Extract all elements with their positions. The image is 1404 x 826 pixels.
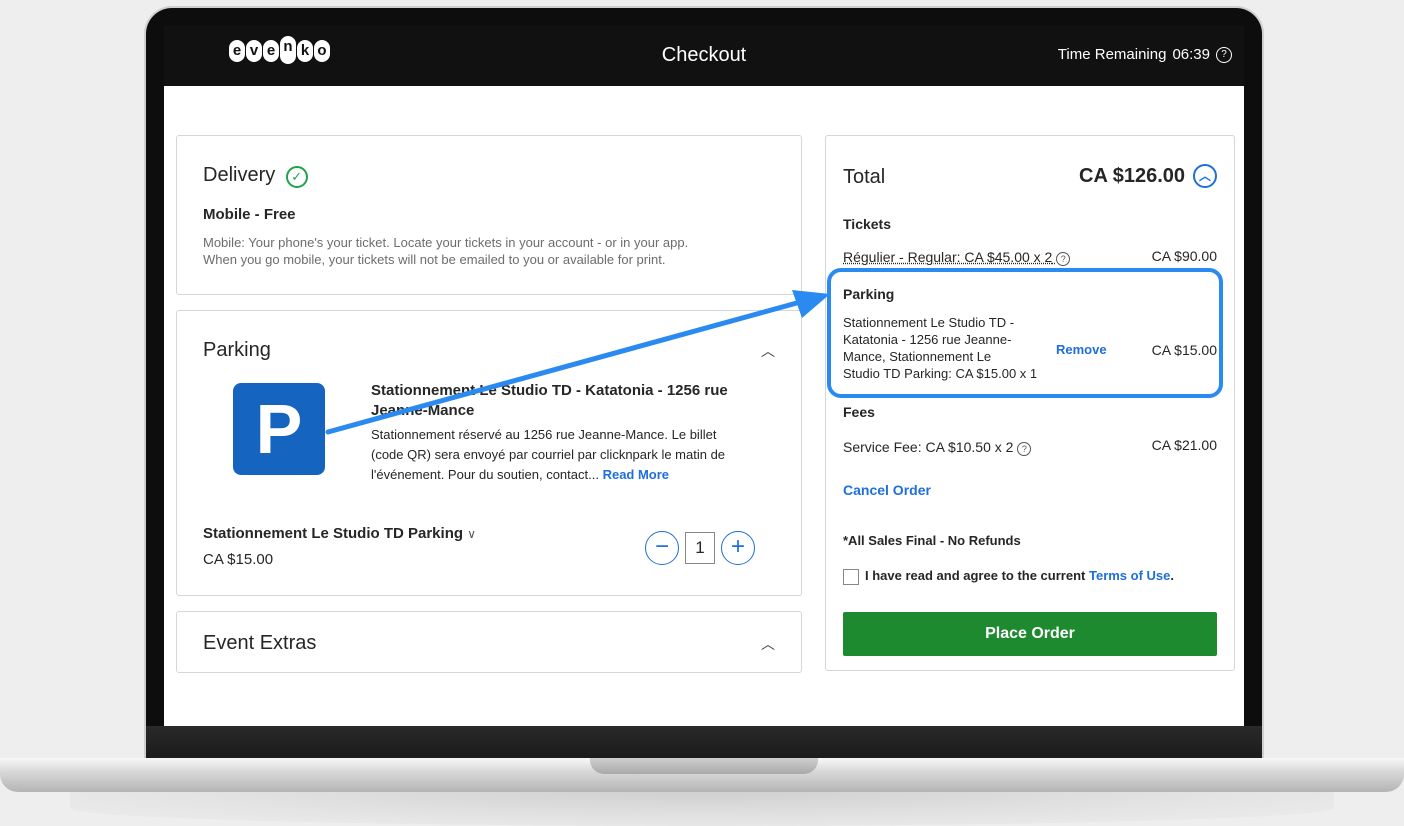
chevron-down-icon: ∨ bbox=[467, 527, 476, 541]
fee-line-text: Service Fee: CA $10.50 x 2 bbox=[843, 439, 1014, 455]
parking-item-name: Stationnement Le Studio TD Parking bbox=[203, 525, 464, 542]
decrease-button[interactable]: − bbox=[645, 531, 679, 565]
delivery-description-line: When you go mobile, your tickets will no… bbox=[203, 252, 666, 267]
total-value: CA $126.00 bbox=[1079, 164, 1185, 187]
read-more-link[interactable]: Read More bbox=[603, 467, 669, 482]
delivery-description-line: Mobile: Your phone's your ticket. Locate… bbox=[203, 235, 689, 250]
fees-label: Fees bbox=[843, 404, 875, 420]
delivery-title: Delivery bbox=[203, 164, 276, 186]
delivery-description: Mobile: Your phone's your ticket. Locate… bbox=[203, 234, 688, 268]
chevron-up-circle-icon: ︿ bbox=[1193, 164, 1217, 188]
cancel-order-link[interactable]: Cancel Order bbox=[843, 482, 931, 498]
sales-final-notice: *All Sales Final - No Refunds bbox=[843, 533, 1021, 548]
timer-value: 06:39 bbox=[1172, 46, 1210, 63]
ticket-line-text: Régulier - Regular: CA $45.00 x 2 bbox=[843, 249, 1053, 265]
parking-description-line: (code QR) sera envoyé par courriel par c… bbox=[371, 447, 726, 462]
tickets-label: Tickets bbox=[843, 216, 891, 232]
laptop-notch bbox=[590, 758, 818, 774]
ticket-line: Régulier - Regular: CA $45.00 x 2 ? bbox=[843, 249, 1071, 266]
total-label: Total bbox=[843, 166, 886, 188]
laptop-bezel bbox=[146, 726, 1262, 760]
parking-title: Parking bbox=[203, 339, 271, 361]
check-circle-icon: ✓ bbox=[285, 165, 308, 188]
parking-product-title: Stationnement Le Studio TD - Katatonia -… bbox=[371, 382, 728, 419]
help-icon[interactable]: ? bbox=[1056, 252, 1071, 266]
parking-description-line: l'événement. Pour du soutien, contact... bbox=[371, 467, 599, 482]
terms-agreement: I have read and agree to the current Ter… bbox=[843, 568, 1174, 585]
timer-label: Time Remaining bbox=[1057, 46, 1167, 63]
chevron-up-icon[interactable]: ︿ bbox=[761, 634, 775, 654]
parking-product-description: Stationnement réservé au 1256 rue Jeanne… bbox=[371, 425, 781, 485]
parking-description-line: Stationnement réservé au 1256 rue Jeanne… bbox=[371, 427, 717, 442]
quantity-input[interactable]: 1 bbox=[685, 532, 715, 564]
event-extras-card[interactable]: Event Extras ︿ bbox=[176, 611, 802, 673]
delivery-option: Mobile - Free bbox=[203, 206, 296, 223]
terms-end: . bbox=[1170, 568, 1175, 583]
fee-line: Service Fee: CA $10.50 x 2 ? bbox=[843, 439, 1032, 456]
help-icon[interactable]: ? bbox=[1017, 442, 1032, 456]
total-toggle[interactable]: CA $126.00 ︿ bbox=[1079, 164, 1217, 188]
laptop-shadow bbox=[70, 790, 1334, 826]
ticket-price: CA $90.00 bbox=[1151, 248, 1217, 264]
parking-highlight-box bbox=[827, 268, 1223, 398]
screen: e v e n k o Checkout Time Remaining 06:3… bbox=[164, 26, 1244, 726]
terms-of-use-link[interactable]: Terms of Use bbox=[1089, 568, 1170, 583]
delivery-card: Delivery ✓ Mobile - Free Mobile: Your ph… bbox=[176, 135, 802, 295]
parking-item-select[interactable]: Stationnement Le Studio TD Parking ∨ bbox=[203, 525, 476, 542]
time-remaining: Time Remaining 06:39 ? bbox=[1058, 46, 1232, 63]
increase-button[interactable]: + bbox=[721, 531, 755, 565]
parking-logo: P bbox=[233, 383, 325, 475]
event-extras-title: Event Extras bbox=[203, 632, 317, 654]
order-summary-card: Total CA $126.00 ︿ Tickets Régulier - Re… bbox=[825, 135, 1235, 671]
help-icon[interactable]: ? bbox=[1216, 46, 1232, 63]
parking-card: Parking ︿ P Stationnement Le Studio TD -… bbox=[176, 310, 802, 596]
quantity-stepper: − 1 + bbox=[645, 531, 755, 565]
fee-price: CA $21.00 bbox=[1151, 437, 1217, 453]
parking-item-price: CA $15.00 bbox=[203, 551, 274, 568]
terms-checkbox[interactable] bbox=[843, 568, 859, 585]
terms-agree-text: I have read and agree to the current bbox=[865, 568, 1086, 583]
place-order-button[interactable]: Place Order bbox=[843, 612, 1217, 656]
top-bar: e v e n k o Checkout Time Remaining 06:3… bbox=[164, 26, 1244, 86]
chevron-up-icon[interactable]: ︿ bbox=[761, 341, 775, 361]
